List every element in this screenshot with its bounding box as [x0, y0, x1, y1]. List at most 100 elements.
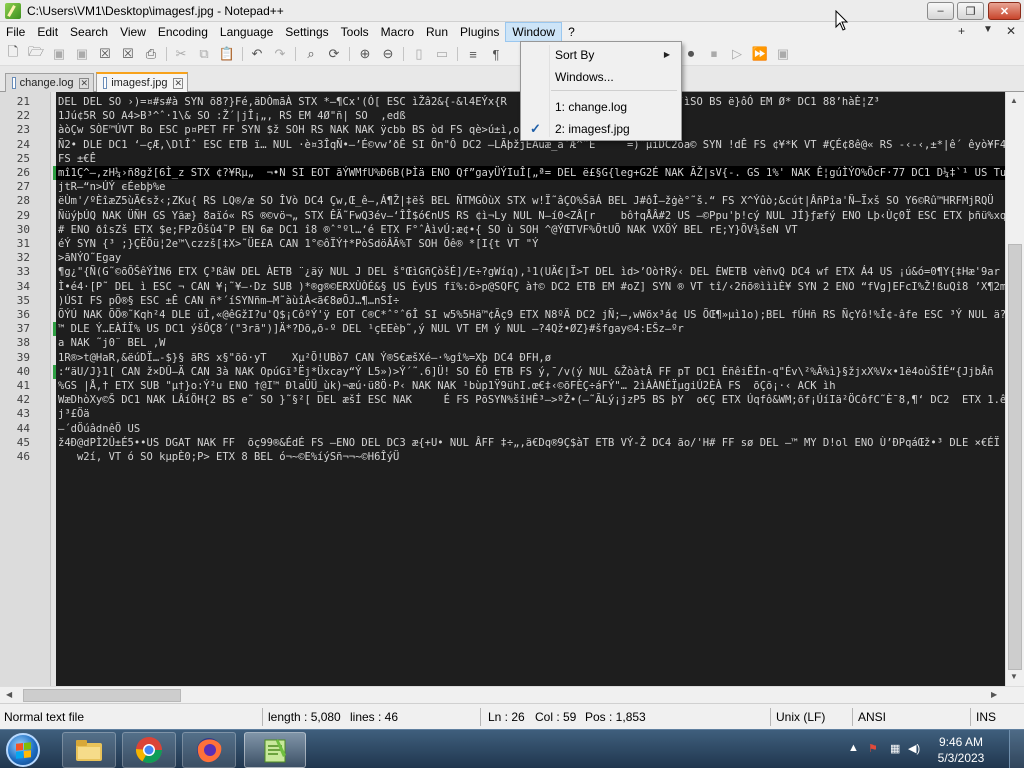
code-line[interactable]: :“äU/J}1[ CAN ž×DÛ–Ä CAN 3à NAK OpúGï³Ëj… — [58, 365, 994, 379]
menu-language[interactable]: Language — [214, 22, 279, 42]
show-desktop-button[interactable] — [1009, 730, 1024, 768]
start-button[interactable] — [3, 732, 43, 768]
sync-vertical-icon[interactable]: ▯ — [410, 45, 428, 63]
editor-area[interactable]: 21 22 23 24 25 26 27 28 29 30 31 32 33 34 35 36 37 38 39 40… — [0, 92, 1005, 686]
menu-windows[interactable]: Windows... — [522, 67, 680, 87]
code-line[interactable]: DEL DEL SO ›)=¤#s#à SYN õ8?}Fé,äDÒmãÀ ST… — [58, 95, 880, 109]
zoom-in-icon[interactable]: ⊕ — [356, 45, 374, 63]
menu-sort-by[interactable]: Sort By ▶ — [522, 45, 680, 65]
code-line[interactable]: w2í, VT ó SO kµpÈ0;P> ETX 8 BEL ó¬~©E%íý… — [58, 450, 399, 464]
word-wrap-icon[interactable]: ≡ — [464, 45, 482, 63]
undo-icon[interactable]: ↶ — [248, 45, 266, 63]
menu-view[interactable]: View — [114, 22, 152, 42]
scroll-down-icon[interactable]: ▼ — [1010, 672, 1018, 681]
close-all-icon[interactable]: ☒ — [119, 45, 137, 63]
menu-settings[interactable]: Settings — [279, 22, 334, 42]
code-line[interactable]: éÝ SYN {³ ;}ÇËÕü¦2e™\czzš[‡X>˜ÜE£A CAN 1… — [58, 237, 538, 251]
tab-change-log[interactable]: change.log ✕ — [5, 73, 94, 92]
taskbar-file-explorer[interactable] — [62, 732, 116, 768]
code-line[interactable]: WæDhòXy©Š DC1 NAK LÂíÖH{2 BS e˜ SO }˜§²[… — [58, 393, 1005, 407]
volume-icon[interactable]: ◀) — [908, 742, 920, 755]
code-line[interactable]: àòÇw SÒE™ÚVT Bo ESC p¤PET FF SYN $ž SOH … — [58, 123, 519, 137]
new-file-icon[interactable]: 🗋 — [4, 44, 22, 63]
windows-taskbar: ▲ ⚑ ▦ ◀) 9:46 AM 5/3/2023 — [0, 729, 1024, 768]
taskbar-notepad-plus-plus[interactable] — [244, 732, 306, 768]
scroll-right-icon[interactable]: ▶ — [991, 690, 997, 699]
show-all-chars-icon[interactable]: ¶ — [487, 45, 505, 63]
code-line[interactable]: ™ DLE Ý…EÀÍÏ% US DC1 ýšÔÇ8´("3rã")]Ä*?Dõ… — [58, 322, 684, 336]
code-line[interactable]: 1R®>t@HaR,&ëúDÏ…-$}§ ãRS x§"õõ·yT Xµ²Õ!U… — [58, 351, 551, 365]
zoom-out-icon[interactable]: ⊖ — [379, 45, 397, 63]
code-line[interactable]: %GS |Å,† ETX SUB "µ†}o:Ý²u ENO †@I™ ÐlaÜ… — [58, 379, 836, 393]
maximize-button[interactable]: ❐ — [957, 2, 984, 20]
menu-search[interactable]: Search — [64, 22, 114, 42]
paste-icon[interactable]: 📋 — [218, 45, 236, 63]
tab-list-icon[interactable]: ▼ — [983, 24, 993, 35]
code-line[interactable]: >ãNÝO˜Egay — [58, 251, 121, 265]
minimize-button[interactable]: – — [927, 2, 954, 20]
code-line[interactable]: jtR–“n>ÚÝ ϵÉebþ%e — [58, 180, 165, 194]
code-line[interactable]: Ì•é4·[P˜ DEL ì ESC ¬ CAN ¥¡˜¥–·Dz SUB )*… — [58, 280, 1005, 294]
code-line[interactable]: j³£Öä — [58, 407, 90, 421]
open-file-icon[interactable]: 🗁 — [27, 44, 45, 63]
code-line[interactable]: ž4Ð@dPÌ2Û±É5••US DGAT NAK FF õç99®&ÉdÉ F… — [58, 436, 1005, 450]
play-macro-icon[interactable]: ▷ — [728, 45, 746, 63]
cut-icon[interactable]: ✂ — [172, 45, 190, 63]
menu-encoding[interactable]: Encoding — [152, 22, 214, 42]
code-line[interactable]: 1Jú¢5R SO A4>B³^ˆ·1\& SO :Ž´|jÎ¡„, RS EM… — [58, 109, 406, 123]
system-clock[interactable]: 9:46 AM 5/3/2023 — [928, 734, 994, 766]
new-tab-icon[interactable]: + — [958, 24, 965, 38]
show-hidden-icons[interactable]: ▲ — [848, 742, 859, 754]
menu-help[interactable]: ? — [562, 22, 581, 42]
save-icon[interactable]: ▣ — [50, 45, 68, 63]
save-macro-icon[interactable]: ▣ — [774, 45, 792, 63]
replace-icon[interactable]: ⟳ — [325, 45, 343, 63]
menu-window[interactable]: Window — [505, 22, 563, 42]
menu-edit[interactable]: Edit — [31, 22, 64, 42]
close-icon[interactable]: ☒ — [96, 45, 114, 63]
close-doc-icon[interactable]: ✕ — [1006, 24, 1016, 38]
copy-icon[interactable]: ⧉ — [195, 45, 213, 63]
save-all-icon[interactable]: ▣ — [73, 45, 91, 63]
scroll-up-icon[interactable]: ▲ — [1010, 96, 1018, 105]
vertical-scrollbar[interactable]: ▲ ▼ — [1005, 92, 1024, 686]
close-tab-icon[interactable]: ✕ — [173, 77, 183, 89]
menu-doc-imagesf-jpg[interactable]: ✓ 2: imagesf.jpg — [522, 119, 680, 139]
code-line[interactable]: FS ±€Ê — [58, 152, 96, 166]
change-history-marker — [53, 152, 56, 166]
code-line[interactable]: –´dÖúâdnêÖ US — [58, 422, 140, 436]
code-line[interactable]: # ENO ðîsZš ETX $e;FPzÕšû4˜P EN 6æ DC1 î… — [58, 223, 798, 237]
action-center-flag-icon[interactable]: ⚑ — [868, 742, 878, 755]
menu-run[interactable]: Run — [420, 22, 454, 42]
vertical-scroll-thumb[interactable] — [1008, 244, 1022, 670]
menu-file[interactable]: File — [0, 22, 31, 42]
tab-imagesf-jpg[interactable]: imagesf.jpg ✕ — [96, 72, 188, 92]
menu-macro[interactable]: Macro — [375, 22, 420, 42]
menu-tools[interactable]: Tools — [335, 22, 375, 42]
code-line[interactable]: ÕÝÚ NAK ÕÖ®˜Kqh²4 DLE üÌ,«@êGžI?u'Q$¡Côº… — [58, 308, 1005, 322]
record-macro-icon[interactable]: ⏺ — [682, 45, 700, 63]
network-icon[interactable]: ▦ — [890, 742, 900, 755]
code-line[interactable]: ëÙm'/ºÈîæZ5ùÄ€sž‹;ZKu{ RS LQ®/æ SO ÎVò D… — [58, 194, 994, 208]
status-encoding: ANSI — [858, 710, 887, 724]
horizontal-scrollbar[interactable]: ◀ ▶ — [0, 686, 1024, 703]
code-line[interactable]: mî1Ç^–,zH¼›ñ8gž[6Ì_z STX ¢?¥Rµ„ ¬•N SI E… — [58, 166, 1005, 180]
close-tab-icon[interactable]: ✕ — [79, 77, 89, 89]
menu-doc-change-log[interactable]: 1: change.log — [522, 97, 680, 117]
taskbar-firefox[interactable] — [182, 732, 236, 768]
run-macro-multiple-icon[interactable]: ⏩ — [751, 45, 769, 63]
menu-plugins[interactable]: Plugins — [454, 22, 505, 42]
horizontal-scroll-thumb[interactable] — [23, 689, 181, 702]
find-icon[interactable]: ⌕ — [302, 45, 320, 63]
print-icon[interactable]: ⎙ — [142, 45, 160, 63]
sync-horizontal-icon[interactable]: ▭ — [433, 45, 451, 63]
code-line[interactable]: a NAK ˜j0¨ BEL ,W — [58, 336, 165, 350]
taskbar-chrome[interactable] — [122, 732, 176, 768]
redo-icon[interactable]: ↷ — [271, 45, 289, 63]
scroll-left-icon[interactable]: ◀ — [6, 690, 12, 699]
close-button[interactable]: ✕ — [988, 2, 1021, 20]
code-line[interactable]: ÑüýþÚQ NAK ÜÑH GS Yãæ} 8aïó« RS ®©vö¬„ S… — [58, 209, 1005, 223]
stop-macro-icon[interactable]: ⏹ — [705, 45, 723, 63]
code-line[interactable]: )ÚSI FS pÖ®§ ESC ±Ê CAN ñ*´íSYNñm–M˜àùîÀ… — [58, 294, 399, 308]
code-line[interactable]: ¶g¿"{Ñ(G˜©õÕŠêÝÌN6 ETX Ç³ßâW DEL ÀETB ¨¿… — [58, 265, 1000, 279]
